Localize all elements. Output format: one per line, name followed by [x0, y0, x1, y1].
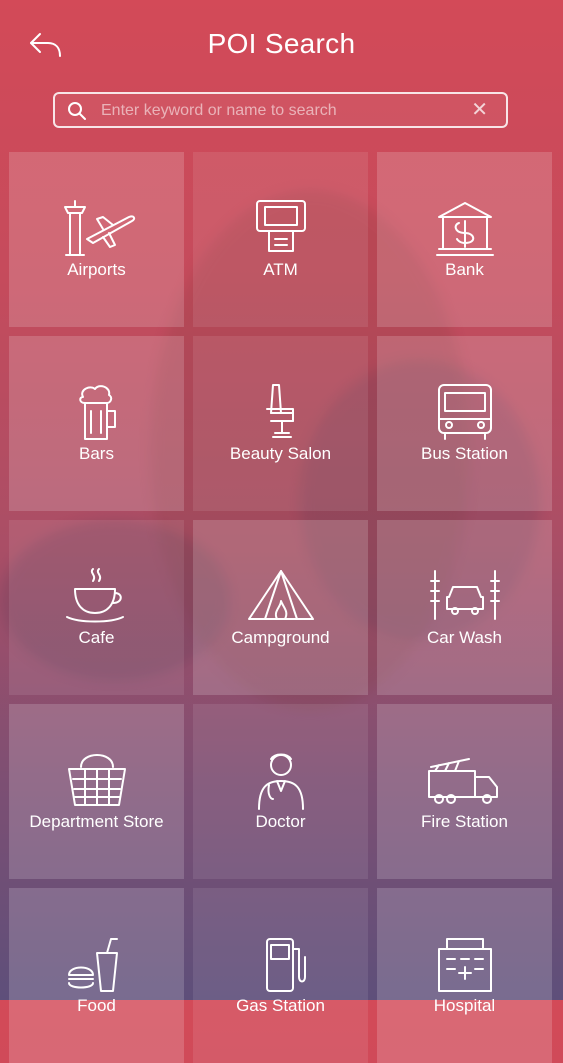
- category-tile-beauty-salon[interactable]: Beauty Salon: [193, 336, 368, 511]
- category-tile-fire-station[interactable]: Fire Station: [377, 704, 552, 879]
- clear-search-button[interactable]: ✕: [471, 98, 488, 122]
- category-label: Cafe: [78, 628, 115, 647]
- bank-icon: [435, 202, 494, 256]
- category-label: Airports: [67, 260, 126, 279]
- category-label: Bus Station: [421, 444, 508, 463]
- category-tile-car-wash[interactable]: Car Wash: [377, 520, 552, 695]
- page-title: POI Search: [207, 28, 356, 59]
- header: POI Search: [0, 0, 563, 90]
- tent-icon: [247, 570, 314, 620]
- search-input[interactable]: [99, 98, 463, 124]
- category-label: Bars: [79, 444, 114, 463]
- category-grid: Airports ATM Bank Bars Beauty Salon Bus …: [9, 152, 554, 1063]
- category-label: Car Wash: [427, 628, 502, 647]
- atm-icon: [255, 200, 306, 252]
- category-label: Fire Station: [421, 812, 508, 831]
- category-tile-food[interactable]: Food: [9, 888, 184, 1063]
- car-wash-icon: [429, 570, 500, 620]
- category-tile-hospital[interactable]: Hospital: [377, 888, 552, 1063]
- category-label: Food: [77, 996, 116, 1015]
- category-label: Bank: [445, 260, 484, 279]
- category-label: Gas Station: [236, 996, 325, 1015]
- beer-mug-icon: [78, 385, 116, 440]
- shopping-basket-icon: [67, 754, 126, 806]
- search-bar: ✕: [53, 92, 508, 128]
- category-label: Department Store: [29, 812, 164, 831]
- category-tile-campground[interactable]: Campground: [193, 520, 368, 695]
- hospital-icon: [437, 938, 492, 992]
- category-tile-airports[interactable]: Airports: [9, 152, 184, 327]
- category-label: Beauty Salon: [229, 444, 332, 463]
- fire-truck-icon: [427, 758, 498, 804]
- category-tile-cafe[interactable]: Cafe: [9, 520, 184, 695]
- category-tile-atm[interactable]: ATM: [193, 152, 368, 327]
- category-tile-bank[interactable]: Bank: [377, 152, 552, 327]
- category-tile-department-store[interactable]: Department Store: [9, 704, 184, 879]
- category-tile-bus-station[interactable]: Bus Station: [377, 336, 552, 511]
- doctor-icon: [257, 753, 304, 810]
- category-tile-gas-station[interactable]: Gas Station: [193, 888, 368, 1063]
- search-icon: [68, 102, 86, 120]
- category-tile-bars[interactable]: Bars: [9, 336, 184, 511]
- category-label: Doctor: [255, 812, 306, 831]
- fast-food-icon: [67, 938, 118, 992]
- category-label: Hospital: [433, 996, 496, 1015]
- salon-chair-icon: [265, 384, 294, 438]
- category-label: Campground: [231, 628, 330, 647]
- gas-pump-icon: [265, 938, 306, 992]
- category-label: ATM: [263, 260, 298, 279]
- coffee-cup-icon: [65, 568, 124, 623]
- airport-icon: [63, 200, 135, 256]
- category-tile-doctor[interactable]: Doctor: [193, 704, 368, 879]
- bus-icon: [437, 384, 492, 440]
